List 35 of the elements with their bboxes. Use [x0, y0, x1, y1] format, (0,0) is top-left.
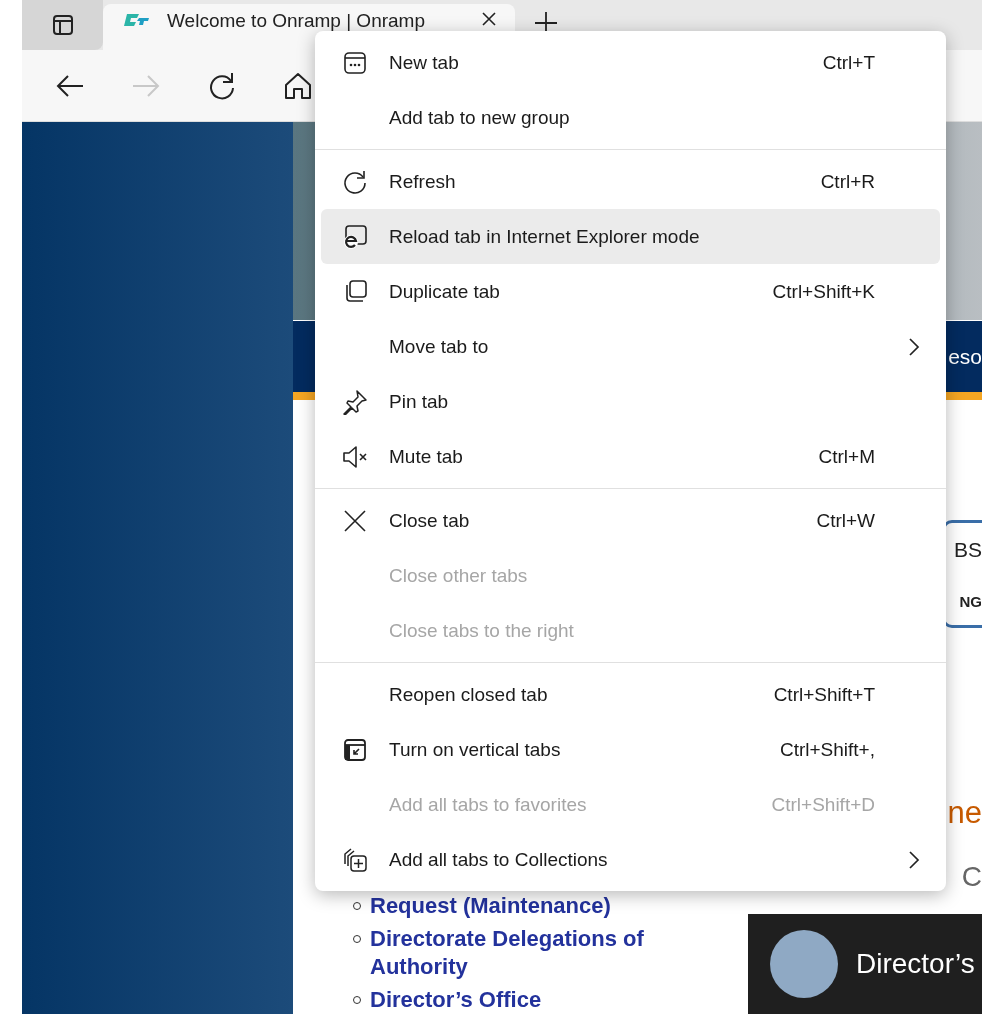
menu-item[interactable]: Move tab to	[321, 319, 940, 374]
site-logo-icon	[123, 11, 151, 29]
browser-window-e-icon	[342, 223, 368, 250]
menu-item[interactable]: Turn on vertical tabs Ctrl+Shift+,	[321, 722, 940, 777]
video-title: Director’s	[856, 948, 975, 980]
menu-item[interactable]: Pin tab	[321, 374, 940, 429]
collections-add-icon	[341, 845, 369, 874]
badge-text: BS	[954, 538, 982, 563]
menu-item[interactable]: Mute tab Ctrl+M	[321, 429, 940, 484]
vertical-tabs-icon	[343, 737, 367, 762]
close-icon	[343, 508, 367, 533]
page-link[interactable]: Director’s Office	[370, 986, 542, 1014]
menu-item[interactable]: Close tab Ctrl+W	[321, 493, 940, 548]
page-link[interactable]: Request (Maintenance)	[370, 892, 611, 920]
chevron-right-icon	[908, 849, 920, 870]
page-link[interactable]: Directorate Delegations of Authority	[370, 925, 650, 981]
new-tab-icon	[343, 50, 367, 75]
menu-item[interactable]: Refresh Ctrl+R	[321, 154, 940, 209]
refresh-icon	[342, 168, 368, 195]
pin-icon	[342, 388, 368, 415]
badge-text: NG	[959, 592, 982, 610]
tab-title: Welcome to Onramp | Onramp	[167, 11, 426, 31]
muted-speaker-icon	[342, 443, 368, 470]
menu-item[interactable]: Duplicate tab Ctrl+Shift+K	[321, 264, 940, 319]
menu-item[interactable]: Reload tab in Internet Explorer mode	[321, 209, 940, 264]
subheading: C	[961, 860, 982, 894]
tab-actions-icon	[50, 13, 75, 37]
menu-item[interactable]: Add tab to new group	[321, 90, 940, 145]
menu-item[interactable]: Add all tabs to Collections	[321, 832, 940, 887]
menu-item[interactable]: Reopen closed tab Ctrl+Shift+T	[321, 667, 940, 722]
heading-fragment: ne	[947, 794, 982, 832]
chevron-right-icon	[908, 336, 920, 357]
vertical-tabs-button[interactable]	[22, 0, 103, 50]
nav-link[interactable]: eso	[948, 344, 982, 369]
close-icon[interactable]	[481, 11, 497, 27]
